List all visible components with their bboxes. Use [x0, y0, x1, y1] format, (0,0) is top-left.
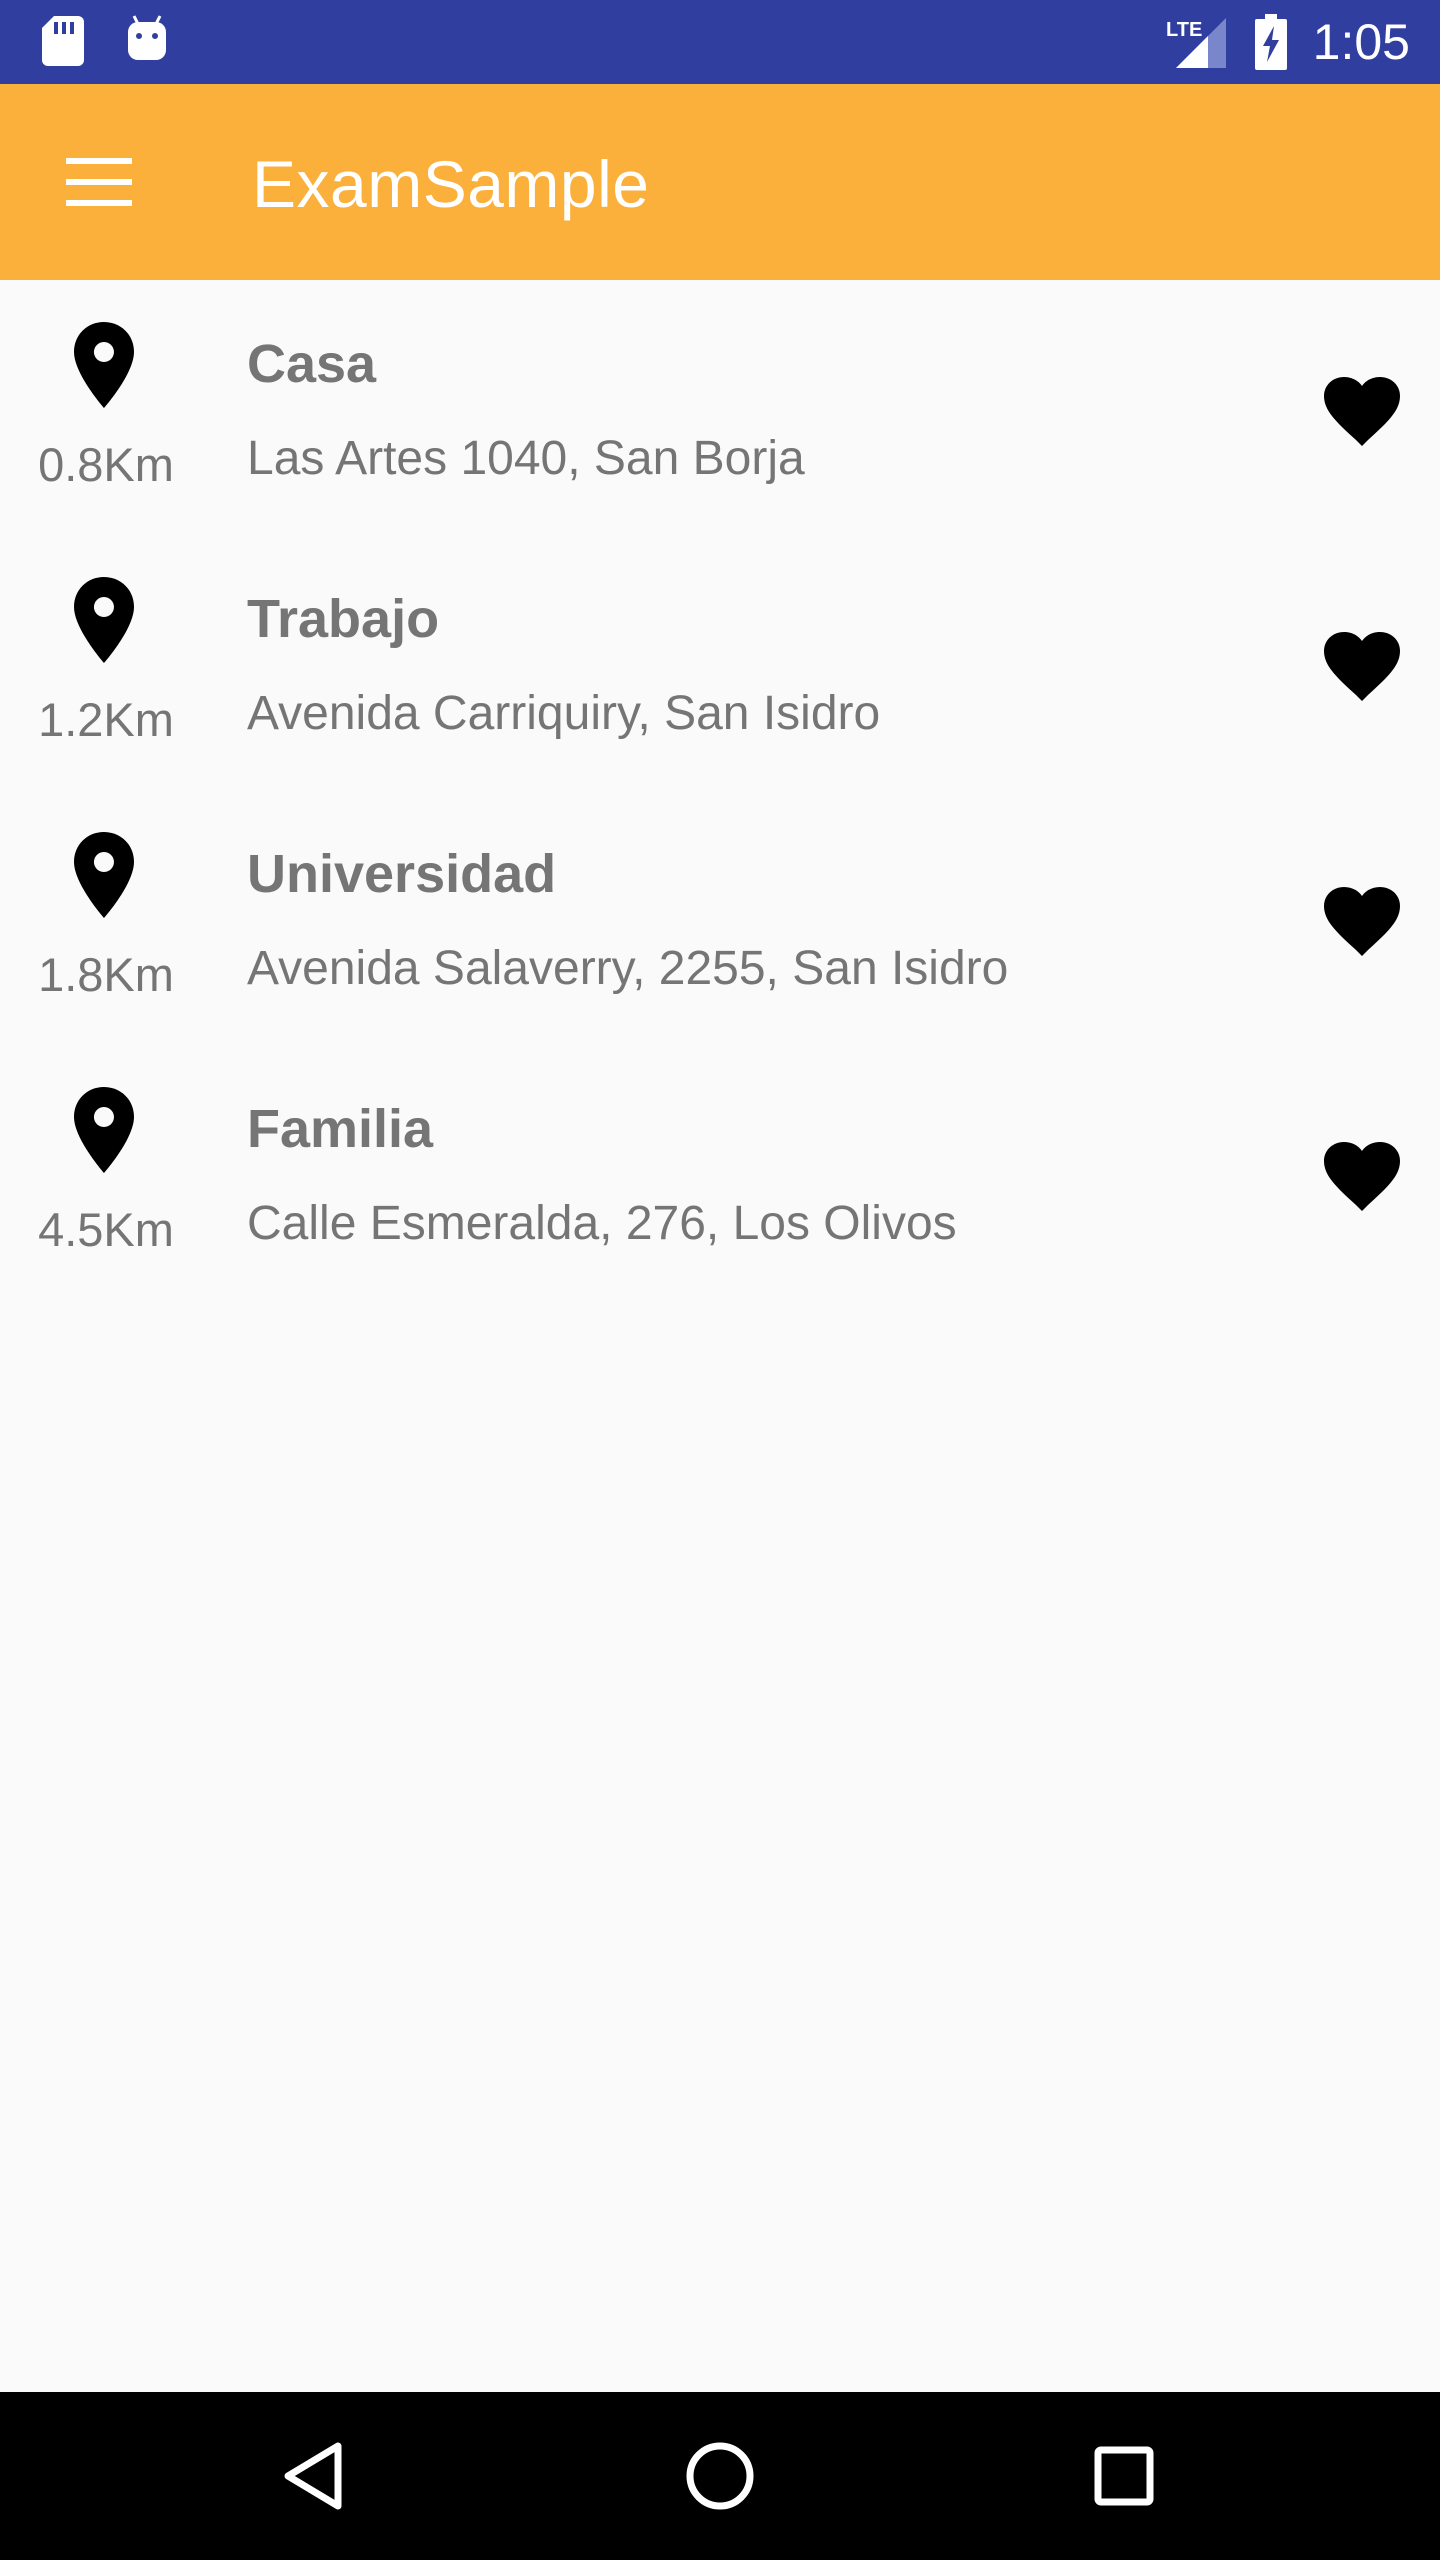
status-bar: LTE 1:05 [0, 0, 1440, 84]
location-pin-icon [74, 577, 134, 663]
places-list: 0.8Km Casa Las Artes 1040, San Borja 1.2… [0, 280, 1440, 1300]
place-address: Las Artes 1040, San Borja [247, 432, 805, 485]
navigation-bar [0, 2392, 1440, 2560]
location-pin-icon [74, 322, 134, 408]
distance-label: 1.8Km [38, 948, 174, 1001]
location-pin-icon [74, 1087, 134, 1173]
place-address: Calle Esmeralda, 276, Los Olivos [247, 1197, 957, 1250]
heart-icon[interactable] [1322, 1141, 1402, 1213]
place-name: Trabajo [247, 589, 440, 649]
location-pin-icon [74, 832, 134, 918]
menu-button[interactable] [52, 142, 142, 222]
home-icon [686, 2442, 754, 2510]
place-address: Avenida Carriquiry, San Isidro [247, 687, 881, 740]
distance-label: 1.2Km [38, 693, 174, 746]
lte-signal-icon: LTE [1166, 18, 1226, 68]
list-item[interactable]: 0.8Km Casa Las Artes 1040, San Borja [0, 280, 1440, 535]
back-icon [284, 2442, 342, 2510]
back-button[interactable] [266, 2426, 366, 2526]
sd-card-icon [42, 16, 84, 66]
list-item[interactable]: 1.8Km Universidad Avenida Salaverry, 225… [0, 790, 1440, 1045]
home-button[interactable] [670, 2426, 770, 2526]
place-name: Universidad [247, 844, 557, 904]
hamburger-menu-icon [66, 158, 132, 206]
distance-label: 0.8Km [38, 438, 174, 491]
list-item[interactable]: 4.5Km Familia Calle Esmeralda, 276, Los … [0, 1045, 1440, 1300]
android-icon [128, 15, 166, 60]
place-name: Casa [247, 334, 377, 394]
battery-charging-icon [1255, 14, 1287, 70]
heart-icon[interactable] [1322, 886, 1402, 958]
distance-label: 4.5Km [38, 1203, 174, 1256]
place-address: Avenida Salaverry, 2255, San Isidro [247, 942, 1009, 995]
app-title: ExamSample [252, 147, 650, 221]
heart-icon[interactable] [1322, 376, 1402, 448]
app-bar: ExamSample [0, 84, 1440, 280]
recents-button[interactable] [1074, 2426, 1174, 2526]
status-time: 1:05 [1312, 14, 1410, 70]
place-name: Familia [247, 1099, 434, 1159]
svg-text:LTE: LTE [1166, 19, 1202, 41]
list-item[interactable]: 1.2Km Trabajo Avenida Carriquiry, San Is… [0, 535, 1440, 790]
heart-icon[interactable] [1322, 631, 1402, 703]
recents-icon [1094, 2446, 1154, 2506]
